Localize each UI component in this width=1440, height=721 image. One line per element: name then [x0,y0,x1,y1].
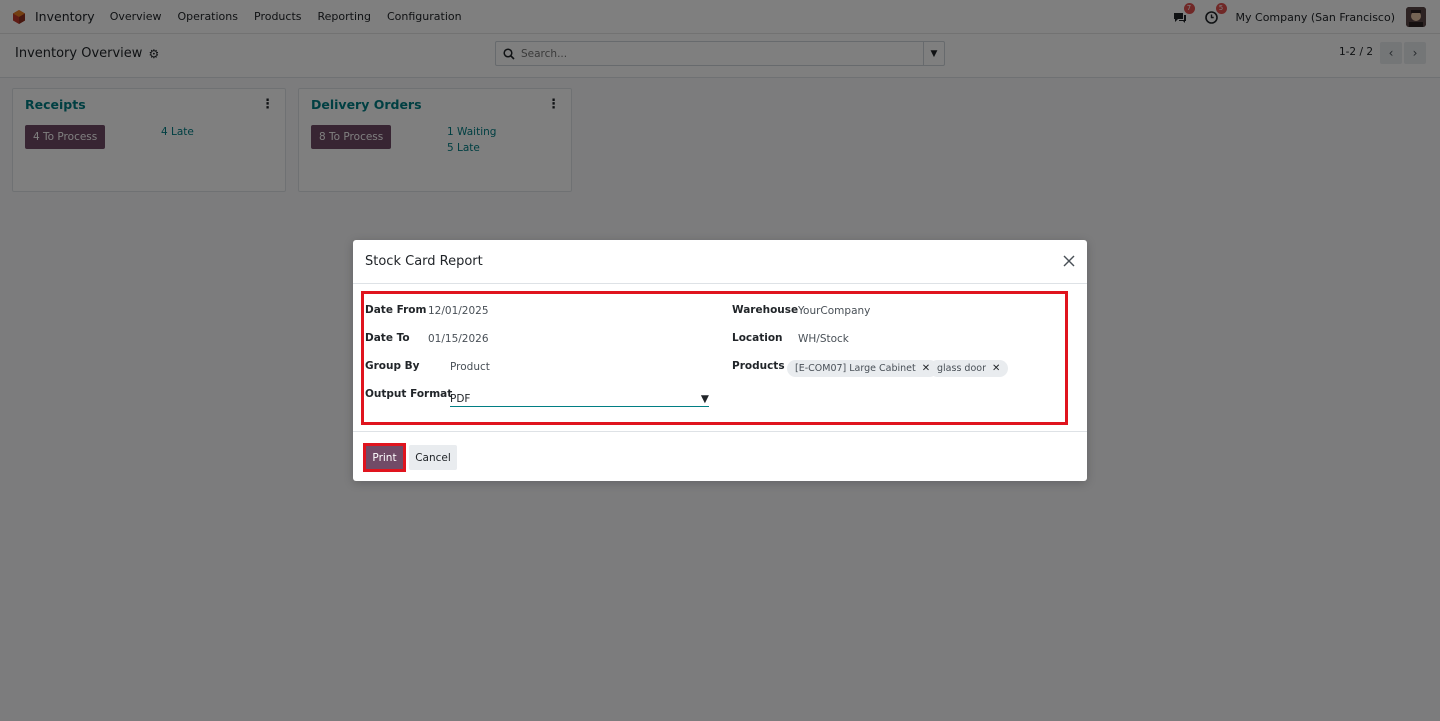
date-from-label: Date From [365,304,427,316]
product-tag: [E-COM07] Large Cabinet ✕ [787,360,939,377]
output-format-value: PDF [450,392,471,405]
date-from-field[interactable]: 12/01/2025 [428,305,489,317]
group-by-field[interactable]: Product [450,361,490,373]
report-form: Date From 12/01/2025 Date To 01/15/2026 … [361,291,1068,425]
date-to-field[interactable]: 01/15/2026 [428,333,489,345]
warehouse-field[interactable]: YourCompany [798,305,870,317]
modal-header: Stock Card Report [353,240,1087,284]
product-tag-label: glass door [937,363,986,374]
caret-down-icon: ▼ [700,392,709,405]
output-format-select[interactable]: PDF ▼ [450,391,709,407]
remove-tag-icon[interactable]: ✕ [992,363,1000,374]
products-label: Products [732,360,785,372]
modal-footer: Print Cancel [353,431,1087,481]
close-icon[interactable] [1062,254,1076,268]
location-field[interactable]: WH/Stock [798,333,849,345]
date-to-label: Date To [365,332,410,344]
modal-title: Stock Card Report [365,254,483,269]
product-tag: glass door ✕ [929,360,1009,377]
cancel-button[interactable]: Cancel [409,445,457,470]
print-button[interactable]: Print [363,443,406,472]
stock-card-report-dialog: Stock Card Report Date From 12/01/2025 D… [353,240,1087,481]
warehouse-label: Warehouse [732,304,799,316]
group-by-label: Group By [365,360,420,372]
output-format-label: Output Format [365,388,453,400]
product-tag-label: [E-COM07] Large Cabinet [795,363,916,374]
location-label: Location [732,332,783,344]
